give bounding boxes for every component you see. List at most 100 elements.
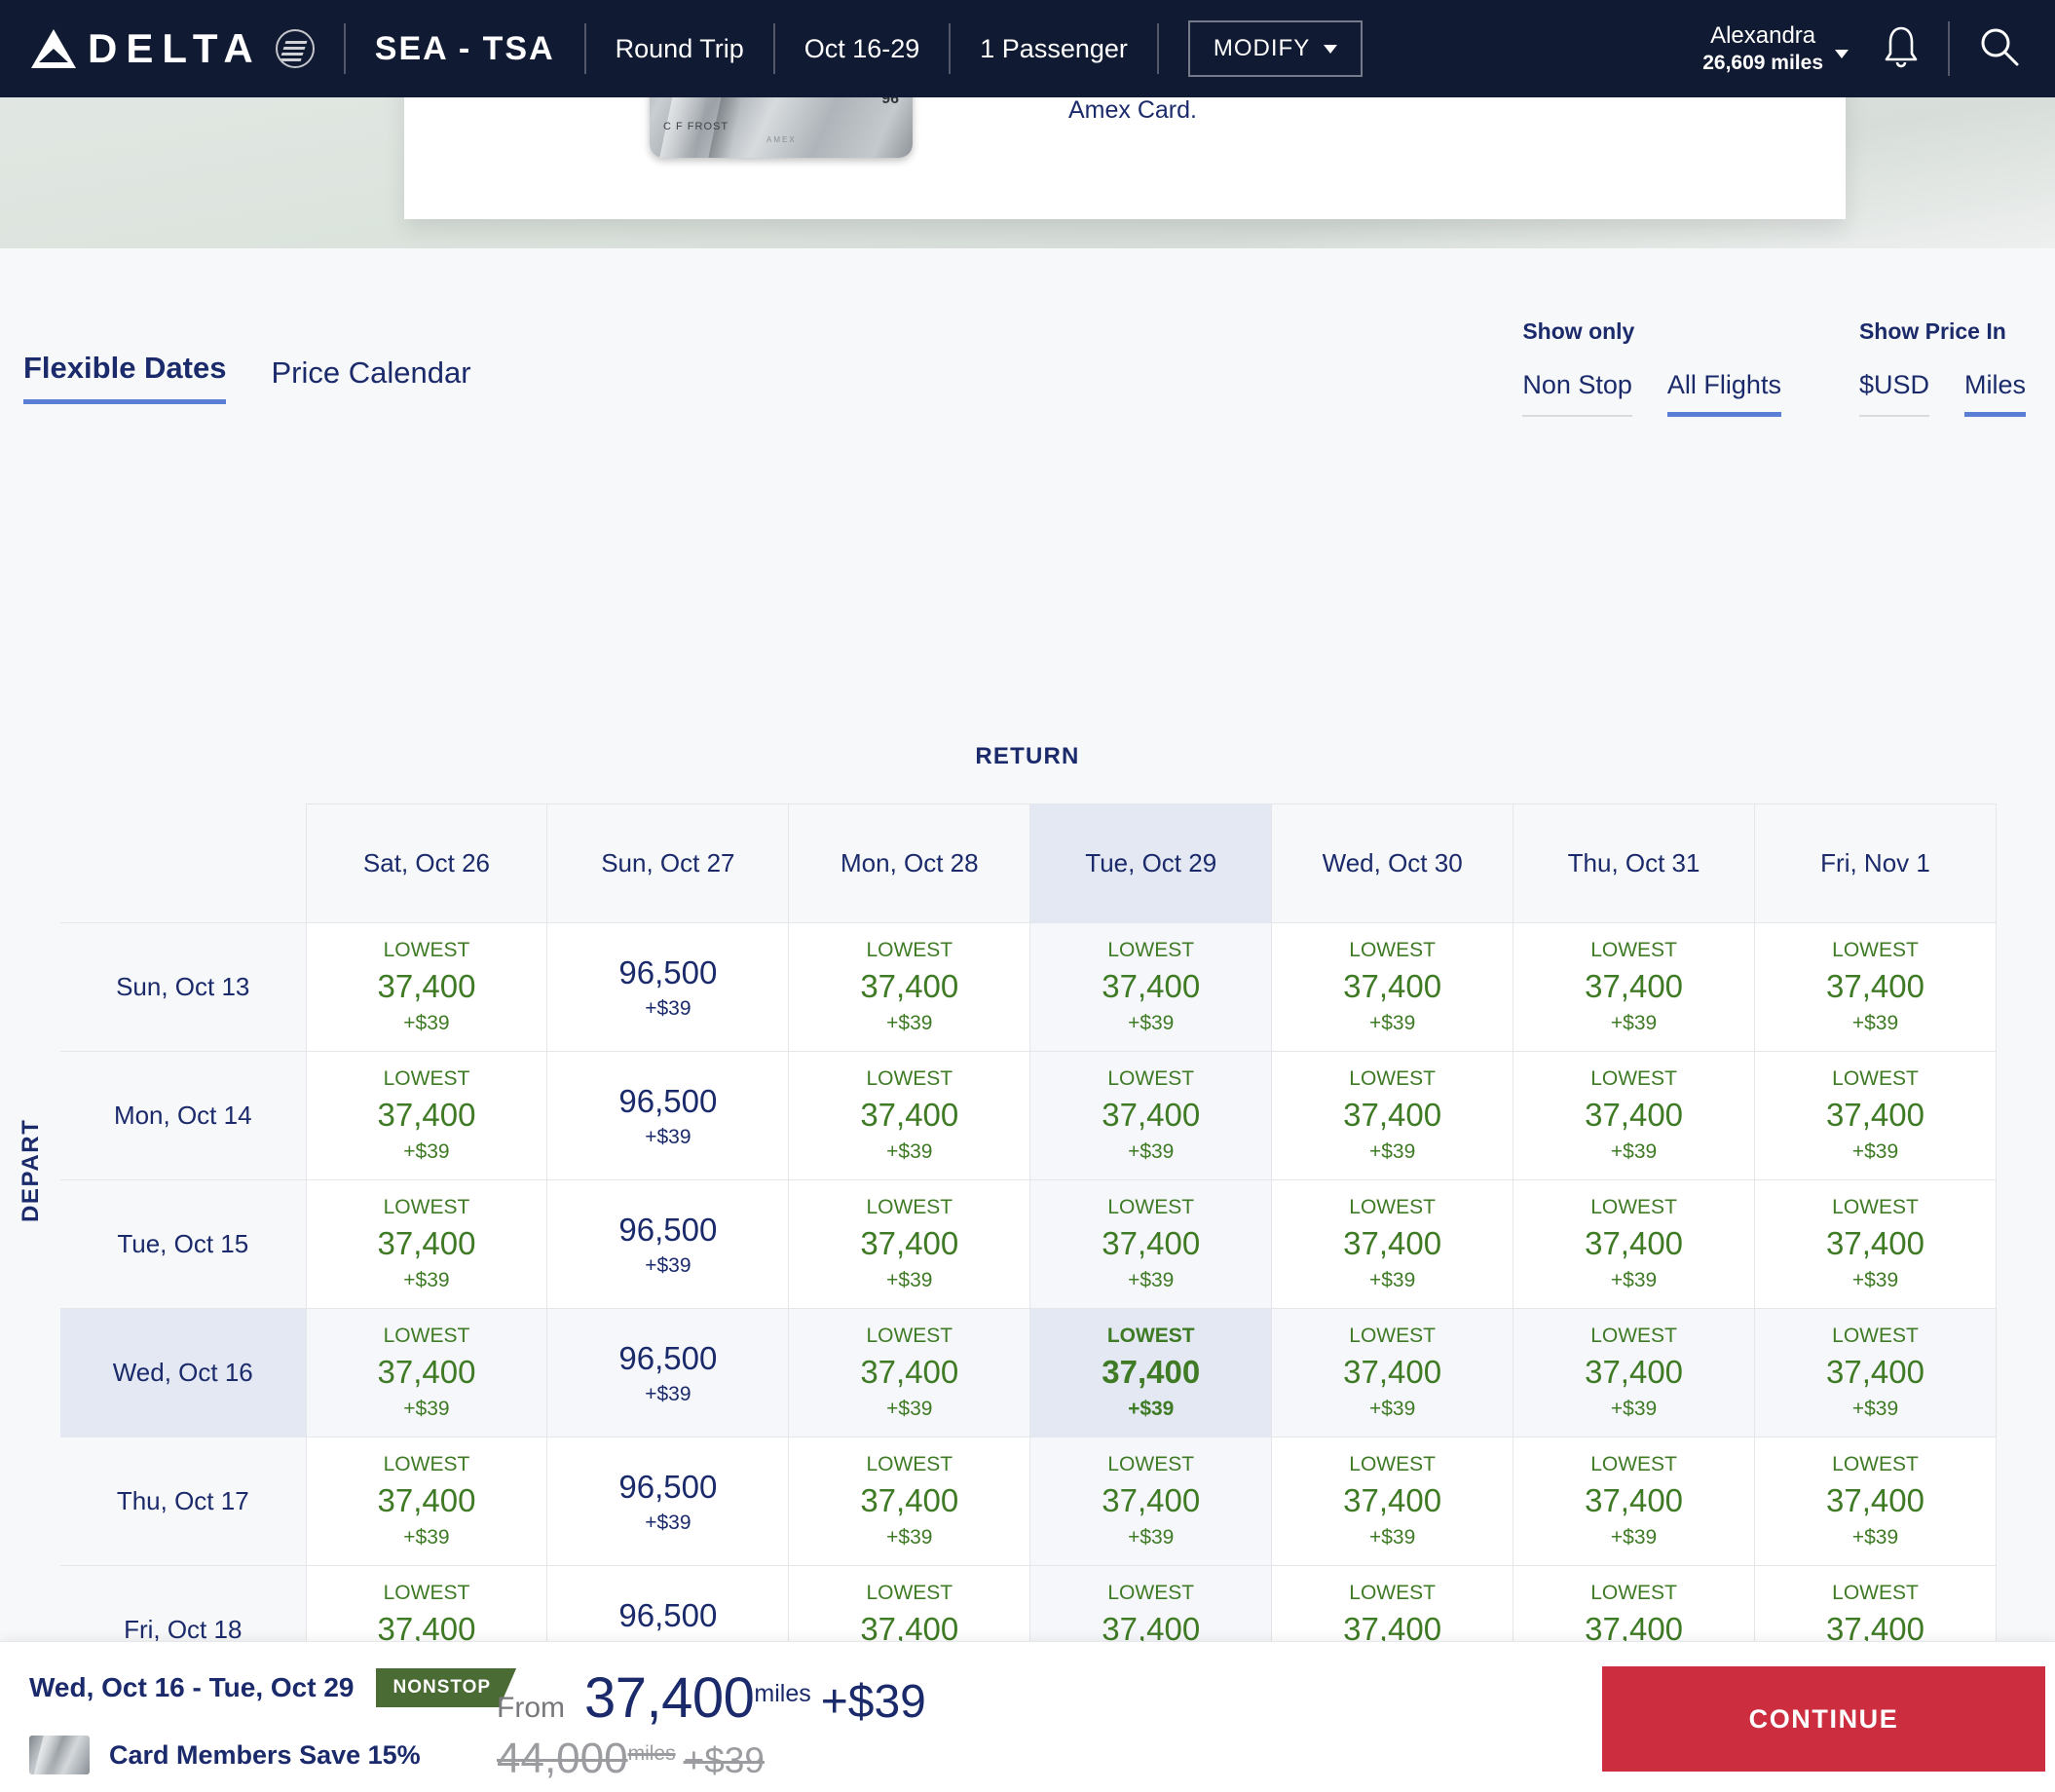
lowest-fare-tag: LOWEST (1107, 1196, 1195, 1219)
fare-miles-value: 96,500 (618, 1597, 718, 1634)
chevron-down-icon[interactable] (1835, 49, 1849, 58)
fare-cell[interactable]: LOWEST 37,400 +$39 (1029, 1051, 1273, 1180)
fare-cell[interactable]: LOWEST 37,400 +$39 (1271, 1437, 1514, 1566)
search-icon[interactable] (1977, 24, 2022, 74)
depart-date-header[interactable]: Wed, Oct 16 (60, 1308, 307, 1437)
continue-button[interactable]: CONTINUE (1602, 1666, 2045, 1772)
fare-cell[interactable]: LOWEST 37,400 +$39 (1754, 922, 1997, 1052)
fare-fee-value: +$39 (1851, 1268, 1899, 1291)
fare-cell[interactable]: LOWEST 37,400 +$39 (1513, 1051, 1756, 1180)
lowest-fare-tag: LOWEST (866, 1453, 953, 1476)
return-axis-label: RETURN (975, 743, 1080, 769)
fare-cell[interactable]: LOWEST 37,400 +$39 (305, 1051, 548, 1180)
fare-cell[interactable]: LOWEST 37,400 +$39 (1271, 1179, 1514, 1309)
fare-miles-value: 37,400 (1102, 968, 1201, 1005)
fare-cell[interactable]: LOWEST 37,400 +$39 (1513, 922, 1756, 1052)
modify-search-button[interactable]: MODIFY (1187, 20, 1364, 77)
fare-cell[interactable]: LOWEST 37,400 +$39 (1513, 1179, 1756, 1309)
card-network-label: AMEX (766, 135, 797, 144)
fare-cell[interactable]: 96,500 +$39 (546, 1437, 790, 1566)
current-price-row: From 37,400 miles +$39 (497, 1665, 926, 1731)
fare-cell[interactable]: LOWEST 37,400 +$39 (1271, 1051, 1514, 1180)
selection-summary-bar: Wed, Oct 16 - Tue, Oct 29 NONSTOP Card M… (0, 1641, 2055, 1792)
fare-miles-value: 37,400 (860, 968, 959, 1005)
show-price-in-label: Show Price In (1858, 318, 2006, 344)
fare-cell[interactable]: LOWEST 37,400 +$39 (1029, 1437, 1273, 1566)
lowest-fare-tag: LOWEST (383, 1453, 470, 1476)
fare-cell[interactable]: LOWEST 37,400 +$39 (1029, 1308, 1273, 1437)
fare-cell[interactable]: LOWEST 37,400 +$39 (1754, 1437, 1997, 1566)
fare-cell[interactable]: LOWEST 37,400 +$39 (788, 922, 1031, 1052)
depart-date-header[interactable]: Mon, Oct 14 (60, 1051, 307, 1180)
lowest-fare-tag: LOWEST (1832, 1067, 1919, 1091)
card-holder-name: C F FROST (663, 121, 729, 132)
notification-bell-icon[interactable] (1882, 24, 1921, 74)
flight-search-page: C F FROST Member Since 96 AMEX Enjoy sav… (0, 0, 2055, 1792)
fare-fee-value: +$39 (1128, 1525, 1175, 1549)
fare-cell[interactable]: LOWEST 37,400 +$39 (788, 1051, 1031, 1180)
filter-usd[interactable]: $USD (1858, 370, 1929, 417)
fare-cell[interactable]: LOWEST 37,400 +$39 (1754, 1308, 1997, 1437)
delta-triangle-icon (31, 29, 76, 68)
filter-miles[interactable]: Miles (1963, 370, 2026, 417)
original-price-miles-unit: miles (627, 1742, 676, 1765)
return-date-header[interactable]: Sun, Oct 27 (546, 803, 790, 923)
fare-cell[interactable]: LOWEST 37,400 +$39 (1029, 922, 1273, 1052)
return-date-header[interactable]: Fri, Nov 1 (1754, 803, 1997, 923)
depart-date-header[interactable]: Tue, Oct 15 (60, 1179, 307, 1309)
amex-mini-card-icon (29, 1736, 90, 1774)
delta-logo[interactable]: DELTA (0, 25, 315, 72)
fare-fee-value: +$39 (645, 1254, 691, 1278)
depart-date-header[interactable]: Sun, Oct 13 (60, 922, 307, 1052)
fare-cell[interactable]: LOWEST 37,400 +$39 (788, 1308, 1031, 1437)
fare-fee-value: +$39 (1610, 1139, 1658, 1163)
fare-cell[interactable]: LOWEST 37,400 +$39 (1271, 1308, 1514, 1437)
header-divider (772, 23, 775, 74)
modify-button-label: MODIFY (1213, 35, 1311, 61)
table-row: Mon, Oct 14 LOWEST 37,400 +$39 96,500 +$39 LOW… (60, 1051, 1997, 1180)
fare-cell[interactable]: 96,500 +$39 (546, 1179, 790, 1309)
lowest-fare-tag: LOWEST (866, 939, 953, 962)
fare-cell[interactable]: LOWEST 37,400 +$39 (1513, 1308, 1756, 1437)
show-price-in-filter-group: Show Price In $USD Miles (1858, 318, 2026, 417)
account-menu[interactable]: Alexandra 26,609 miles (1702, 21, 1823, 76)
return-date-header[interactable]: Mon, Oct 28 (788, 803, 1031, 923)
fare-cell[interactable]: LOWEST 37,400 +$39 (1513, 1437, 1756, 1566)
fare-cell[interactable]: LOWEST 37,400 +$39 (305, 1437, 548, 1566)
depart-axis-label: DEPART (18, 1118, 44, 1223)
fare-cell[interactable]: LOWEST 37,400 +$39 (1029, 1179, 1273, 1309)
fare-cell[interactable]: 96,500 +$39 (546, 1308, 790, 1437)
fare-fee-value: +$39 (645, 1126, 691, 1149)
fare-cell[interactable]: LOWEST 37,400 +$39 (305, 1308, 548, 1437)
fare-fee-value: +$39 (1368, 1139, 1416, 1163)
fare-miles-value: 96,500 (618, 1469, 718, 1506)
lowest-fare-tag: LOWEST (1590, 939, 1677, 962)
fare-miles-value: 37,400 (1343, 1354, 1442, 1391)
return-date-header[interactable]: Tue, Oct 29 (1029, 803, 1273, 923)
fare-cell[interactable]: 96,500 +$39 (546, 1051, 790, 1180)
fare-cell[interactable]: LOWEST 37,400 +$39 (305, 1179, 548, 1309)
depart-date-header[interactable]: Thu, Oct 17 (60, 1437, 307, 1566)
fare-miles-value: 96,500 (618, 1212, 718, 1249)
fare-cell[interactable]: LOWEST 37,400 +$39 (1754, 1051, 1997, 1180)
return-date-header[interactable]: Wed, Oct 30 (1271, 803, 1514, 923)
fare-cell[interactable]: LOWEST 37,400 +$39 (788, 1437, 1031, 1566)
fare-fee-value: +$39 (403, 1525, 450, 1549)
filter-all-flights[interactable]: All Flights (1666, 370, 1781, 417)
fare-cell[interactable]: 96,500 +$39 (546, 922, 790, 1052)
lowest-fare-tag: LOWEST (383, 1196, 470, 1219)
fare-fee-value: +$39 (886, 1525, 933, 1549)
tab-price-calendar[interactable]: Price Calendar (271, 355, 470, 404)
fare-fee-value: +$39 (1610, 1397, 1658, 1420)
fare-cell[interactable]: LOWEST 37,400 +$39 (1754, 1179, 1997, 1309)
fare-cell[interactable]: LOWEST 37,400 +$39 (305, 922, 548, 1052)
return-date-header[interactable]: Sat, Oct 26 (305, 803, 548, 923)
filter-non-stop[interactable]: Non Stop (1522, 370, 1632, 417)
matrix-corner-cell (60, 803, 307, 923)
fare-cell[interactable]: LOWEST 37,400 +$39 (1271, 922, 1514, 1052)
fare-fee-value: +$39 (1610, 1525, 1658, 1549)
selected-dates-label: Wed, Oct 16 - Tue, Oct 29 (29, 1672, 355, 1702)
return-date-header[interactable]: Thu, Oct 31 (1513, 803, 1756, 923)
tab-flexible-dates[interactable]: Flexible Dates (23, 351, 227, 404)
fare-cell[interactable]: LOWEST 37,400 +$39 (788, 1179, 1031, 1309)
